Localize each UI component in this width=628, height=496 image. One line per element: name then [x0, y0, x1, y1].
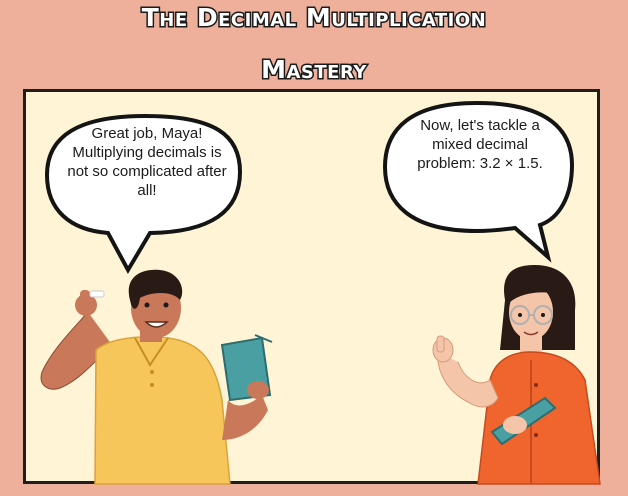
girl-character [432, 265, 601, 485]
comic-illustration [40, 100, 601, 485]
speech-text-boy: Great job, Maya! Multiplying decimals is… [67, 125, 227, 199]
speech-text-girl: Now, let's tackle a mixed decimal proble… [417, 117, 543, 172]
boy-character [40, 269, 273, 485]
